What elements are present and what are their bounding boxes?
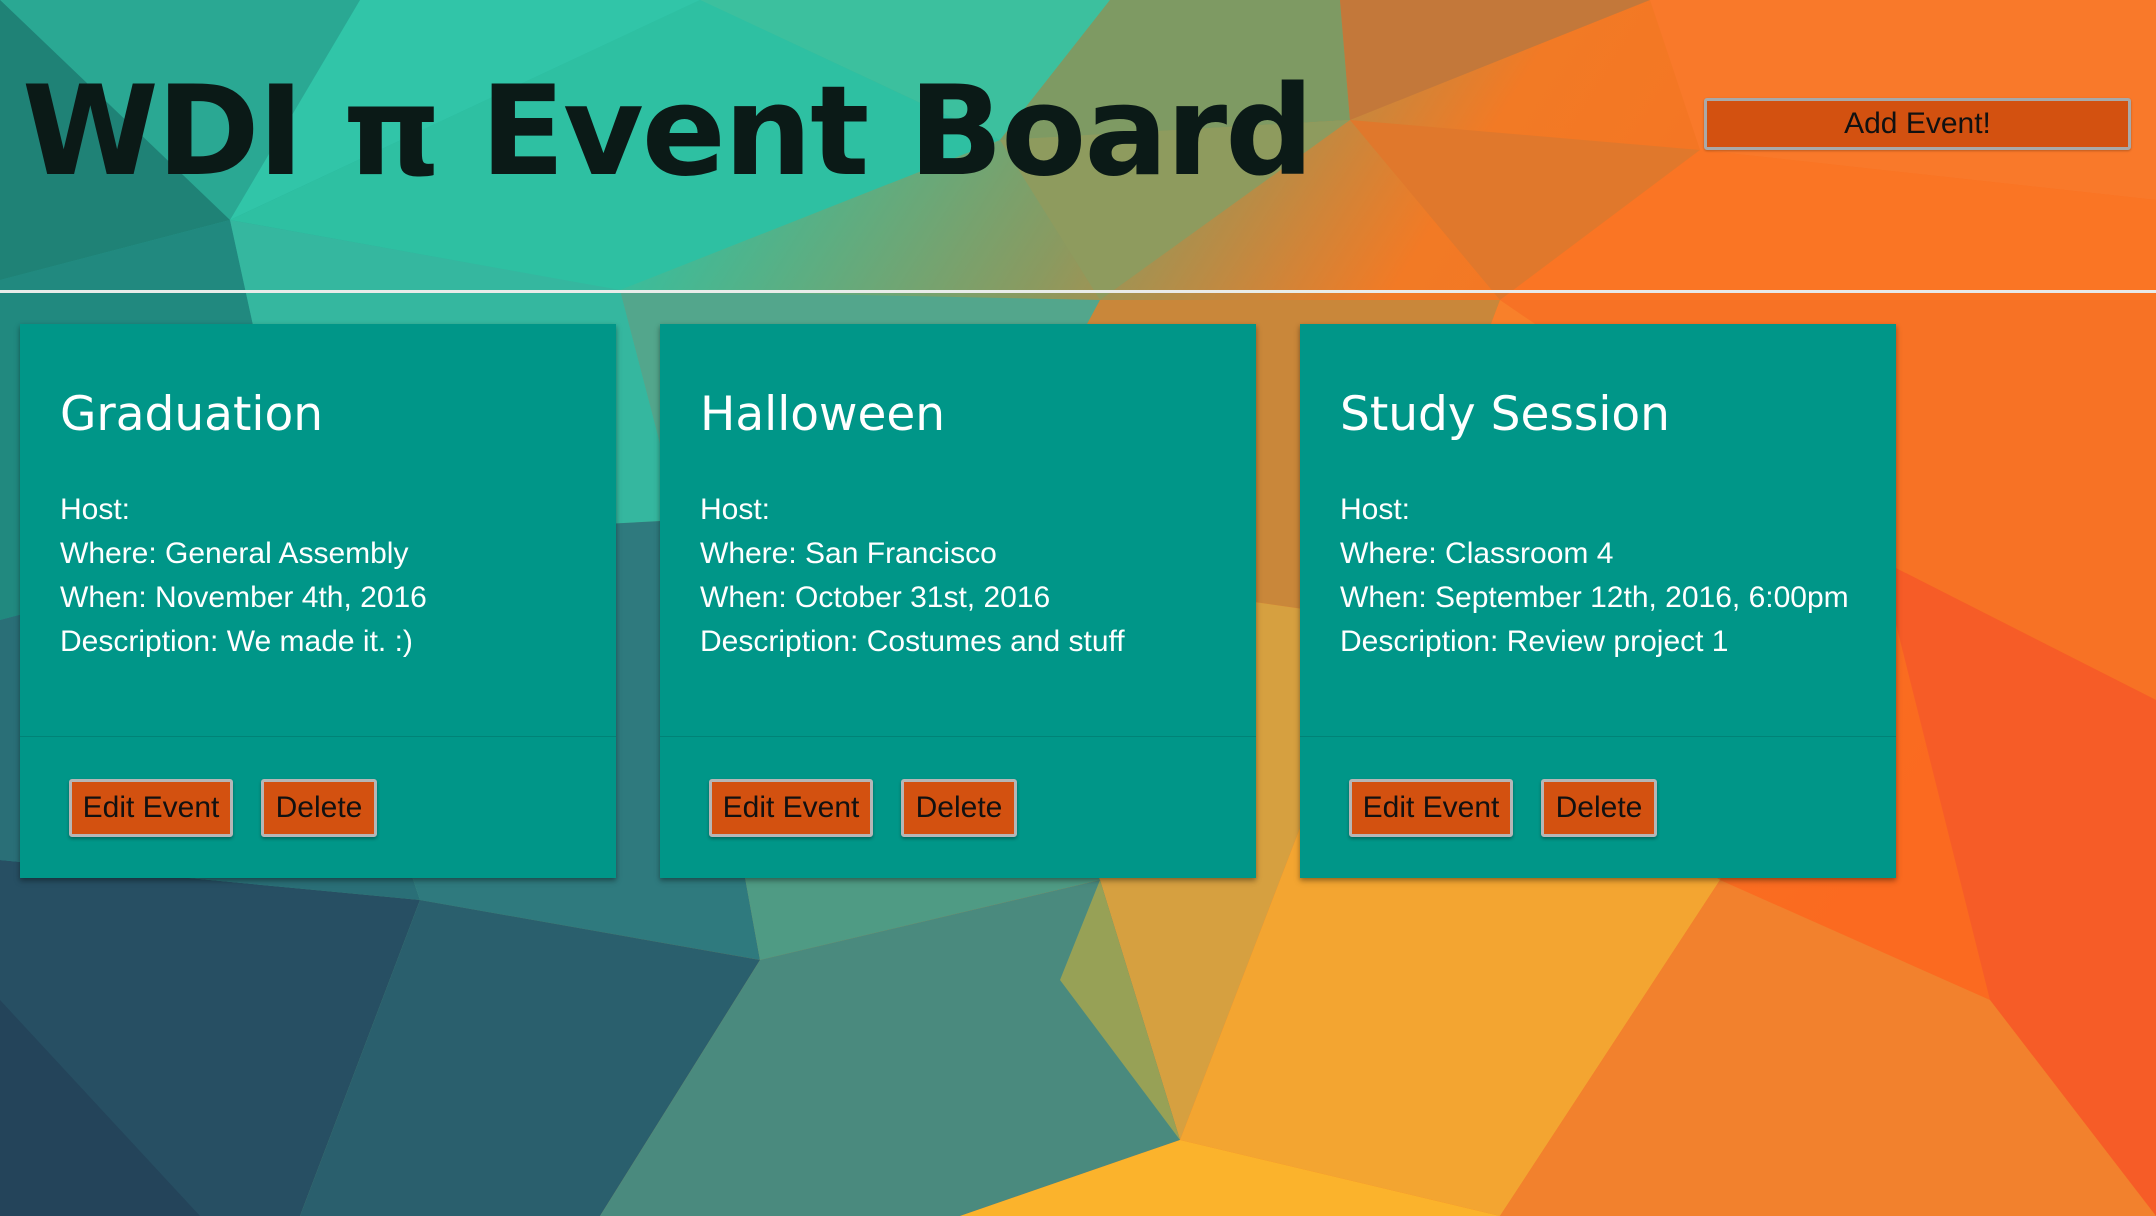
event-host: Host: [700,493,771,526]
event-description: Description: We made it. :) [60,625,413,658]
event-when: When: September 12th, 2016, 6:00pm [1340,581,1849,614]
delete-event-button[interactable]: Delete [261,779,377,837]
header-divider [0,290,2156,293]
event-card: Study Session Host: Where: Classroom 4 W… [1300,324,1896,878]
add-event-button[interactable]: Add Event! [1704,98,2131,150]
event-title: Study Session [1340,387,1670,442]
delete-event-button[interactable]: Delete [901,779,1017,837]
edit-event-button[interactable]: Edit Event [709,779,873,837]
event-details: Host: Where: General Assembly When: Nove… [60,488,427,664]
page-title: WDI π Event Board [22,60,1314,204]
event-details: Host: Where: Classroom 4 When: September… [1340,488,1849,664]
event-host: Host: [1340,493,1411,526]
event-details: Host: Where: San Francisco When: October… [700,488,1125,664]
delete-event-button[interactable]: Delete [1541,779,1657,837]
event-description: Description: Review project 1 [1340,625,1729,658]
event-description: Description: Costumes and stuff [700,625,1125,658]
event-where: Where: General Assembly [60,537,409,570]
card-action-bar: Edit Event Delete [660,736,1256,879]
event-title: Graduation [60,387,323,442]
event-where: Where: Classroom 4 [1340,537,1614,570]
event-when: When: November 4th, 2016 [60,581,427,614]
event-host: Host: [60,493,131,526]
card-action-bar: Edit Event Delete [1300,736,1896,879]
event-where: Where: San Francisco [700,537,997,570]
event-title: Halloween [700,387,946,442]
event-card: Graduation Host: Where: General Assembly… [20,324,616,878]
edit-event-button[interactable]: Edit Event [1349,779,1513,837]
event-card: Halloween Host: Where: San Francisco Whe… [660,324,1256,878]
card-action-bar: Edit Event Delete [20,736,616,879]
edit-event-button[interactable]: Edit Event [69,779,233,837]
event-when: When: October 31st, 2016 [700,581,1051,614]
